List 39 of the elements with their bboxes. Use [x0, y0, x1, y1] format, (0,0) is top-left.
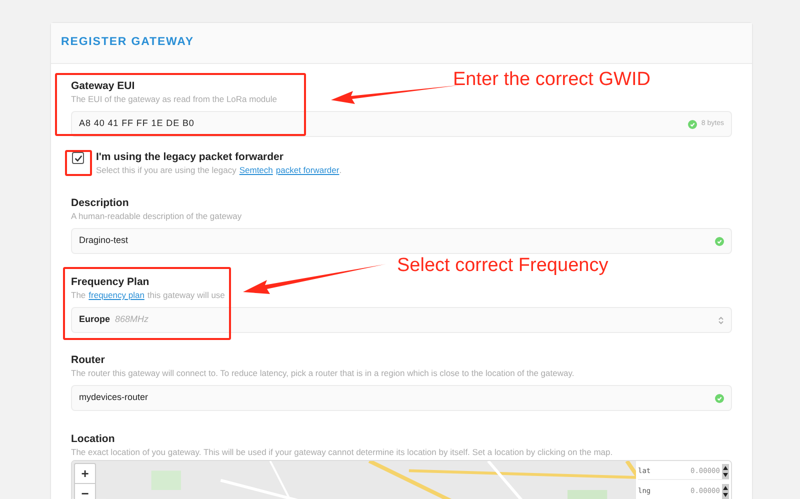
spinner-icon[interactable]: [722, 464, 729, 478]
packet-forwarder-link[interactable]: packet forwarder: [276, 164, 340, 176]
period-text: .: [339, 164, 342, 176]
check-circle-icon: [715, 236, 724, 246]
field-label: Location: [71, 433, 116, 446]
help-text: this gateway will use: [147, 289, 225, 301]
help-text: A human-readable description of the gateway: [71, 210, 242, 222]
help-text: The router this gateway will connect to. To reduce latency, pick a router that is in a region which is close to the location of the gateway.: [71, 367, 574, 379]
select-value: Europe: [79, 313, 110, 326]
field-value: A8 40 41 FF FF 1E DE B0: [79, 117, 196, 130]
spinner-icon[interactable]: [722, 484, 729, 498]
help-text: The EUI of the gateway as read from the LoRa module: [71, 93, 278, 105]
checkbox[interactable]: [72, 152, 84, 164]
checkbox-label: I'm using the legacy packet forwarder: [96, 151, 284, 164]
chevron-icon: [718, 316, 724, 324]
frequency-plan-link[interactable]: frequency plan: [88, 289, 144, 301]
semtech-link[interactable]: Semtech: [239, 164, 273, 176]
select-detail: 868MHz: [115, 313, 150, 326]
help-text: Select this if you are using the legacy: [96, 164, 236, 176]
field-label: Frequency Plan: [71, 276, 150, 289]
text-field[interactable]: Dragino-test: [71, 228, 732, 254]
text-field[interactable]: mydevices-router: [71, 385, 732, 411]
help-text: The: [71, 289, 86, 301]
annotation-text: Select correct Frequency: [397, 254, 608, 278]
checkmark-icon: [74, 154, 82, 162]
check-circle-icon: [688, 120, 698, 128]
help-text: The exact location of you gateway. This will be used if your gateway cannot determine its location by itself. Set a location by clicking on the map.: [71, 446, 613, 458]
field-label: Description: [71, 197, 130, 210]
field-label: Gateway EUI: [71, 80, 136, 93]
field-value: mydevices-router: [79, 391, 150, 404]
field-value: Dragino-test: [79, 234, 130, 248]
zoom-out-button[interactable]: −: [75, 484, 95, 499]
annotation-text: Enter the correct GWID: [453, 68, 650, 92]
field-label: Router: [71, 354, 106, 367]
check-circle-icon: [715, 394, 724, 402]
zoom-in-button[interactable]: +: [75, 464, 95, 484]
frequency-select[interactable]: Europe 868MHz: [71, 307, 732, 333]
card-title: REGISTER GATEWAY: [61, 35, 194, 50]
annotation-box: [65, 150, 92, 176]
